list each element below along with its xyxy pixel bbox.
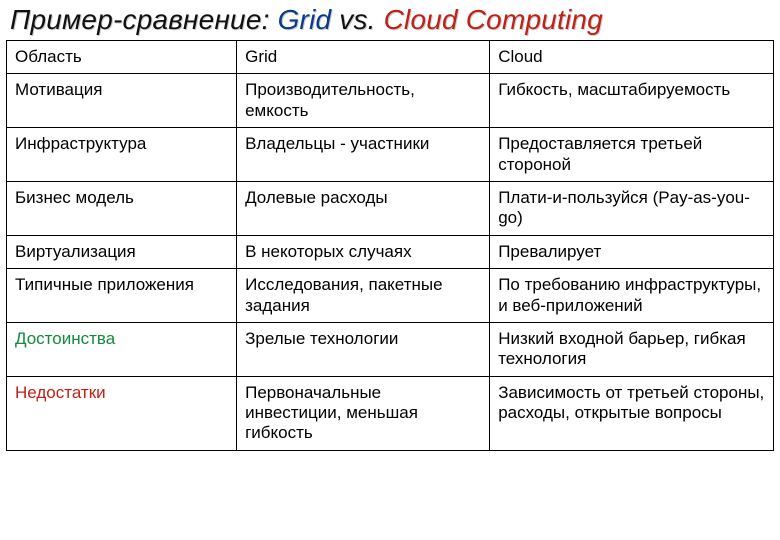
row-cloud: Плати-и-пользуйся (Pay-as-you-go) <box>490 181 774 235</box>
row-label: Типичные приложения <box>7 269 237 323</box>
table-row: Инфраструктура Владельцы - участники Пре… <box>7 128 774 182</box>
row-label: Мотивация <box>7 74 237 128</box>
comparison-table: Область Grid Cloud Мотивация Производите… <box>6 40 774 451</box>
table-row: Недостатки Первоначальные инвестиции, ме… <box>7 376 774 450</box>
title-word-grid: Grid <box>278 4 332 35</box>
row-label-disadvantages: Недостатки <box>7 376 237 450</box>
row-cloud: Низкий входной барьер, гибкая технология <box>490 322 774 376</box>
header-col-grid: Grid <box>237 41 490 74</box>
table-row: Мотивация Производительность, емкость Ги… <box>7 74 774 128</box>
title-prefix: Пример-сравнение: <box>10 4 278 35</box>
table-row: Типичные приложения Исследования, пакетн… <box>7 269 774 323</box>
row-grid: В некоторых случаях <box>237 235 490 268</box>
row-cloud: Предоставляется третьей стороной <box>490 128 774 182</box>
header-col-area: Область <box>7 41 237 74</box>
table-row: Бизнес модель Долевые расходы Плати-и-по… <box>7 181 774 235</box>
header-col-cloud: Cloud <box>490 41 774 74</box>
row-grid: Исследования, пакетные задания <box>237 269 490 323</box>
slide-title: Пример-сравнение: Grid vs. Cloud Computi… <box>6 0 774 38</box>
row-label-advantages: Достоинства <box>7 322 237 376</box>
row-grid: Долевые расходы <box>237 181 490 235</box>
row-cloud: Превалирует <box>490 235 774 268</box>
row-label: Бизнес модель <box>7 181 237 235</box>
row-grid: Производительность, емкость <box>237 74 490 128</box>
table-row: Достоинства Зрелые технологии Низкий вхо… <box>7 322 774 376</box>
title-word-cloud: Cloud Computing <box>384 4 603 35</box>
title-word-vs: vs. <box>331 4 383 35</box>
table-row: Виртуализация В некоторых случаях Превал… <box>7 235 774 268</box>
row-grid: Зрелые технологии <box>237 322 490 376</box>
row-label: Инфраструктура <box>7 128 237 182</box>
row-grid: Первоначальные инвестиции, меньшая гибко… <box>237 376 490 450</box>
row-cloud: Гибкость, масштабируемость <box>490 74 774 128</box>
row-cloud: По требованию инфраструктуры, и веб-прил… <box>490 269 774 323</box>
row-label: Виртуализация <box>7 235 237 268</box>
table-header-row: Область Grid Cloud <box>7 41 774 74</box>
row-grid: Владельцы - участники <box>237 128 490 182</box>
row-cloud: Зависимость от третьей стороны, расходы,… <box>490 376 774 450</box>
